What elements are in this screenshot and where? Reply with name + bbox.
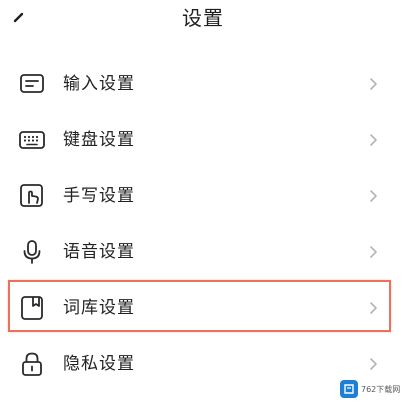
page-title: 设置	[182, 6, 224, 30]
chevron-right-icon	[370, 190, 377, 202]
dictionary-icon	[21, 296, 43, 320]
settings-item-input[interactable]: 输入设置	[0, 56, 406, 112]
header: 设置	[0, 0, 406, 40]
keyboard-icon	[19, 131, 45, 149]
watermark-text: 762下载网	[361, 384, 401, 394]
settings-item-label: 手写设置	[63, 186, 135, 206]
chevron-right-icon	[370, 302, 377, 314]
settings-item-label: 词库设置	[63, 298, 135, 318]
settings-item-label: 语音设置	[63, 242, 135, 262]
settings-item-voice[interactable]: 语音设置	[0, 224, 406, 280]
microphone-icon	[23, 240, 41, 264]
settings-item-label: 隐私设置	[63, 354, 135, 374]
settings-item-keyboard[interactable]: 键盘设置	[0, 112, 406, 168]
settings-item-handwriting[interactable]: 手写设置	[0, 168, 406, 224]
chevron-right-icon	[370, 246, 377, 258]
chevron-right-icon	[370, 134, 377, 146]
handwriting-icon	[20, 184, 43, 207]
input-method-icon	[20, 74, 44, 93]
settings-list: 输入设置 键盘设置 手写设置 语音设置 词库设置 隐私设置	[0, 56, 406, 392]
settings-screen: 设置 输入设置 键盘设置 手写设置 语音设置 词库设置 隐私设置 762下载网	[0, 0, 406, 405]
chevron-right-icon	[370, 358, 377, 370]
settings-item-label: 输入设置	[63, 74, 135, 94]
lock-icon	[22, 352, 42, 376]
settings-item-dictionary[interactable]: 词库设置	[0, 280, 406, 336]
settings-item-label: 键盘设置	[63, 130, 135, 150]
chevron-right-icon	[370, 78, 377, 90]
watermark-logo: 762下载网	[340, 378, 402, 400]
watermark-logo-icon	[340, 380, 358, 398]
